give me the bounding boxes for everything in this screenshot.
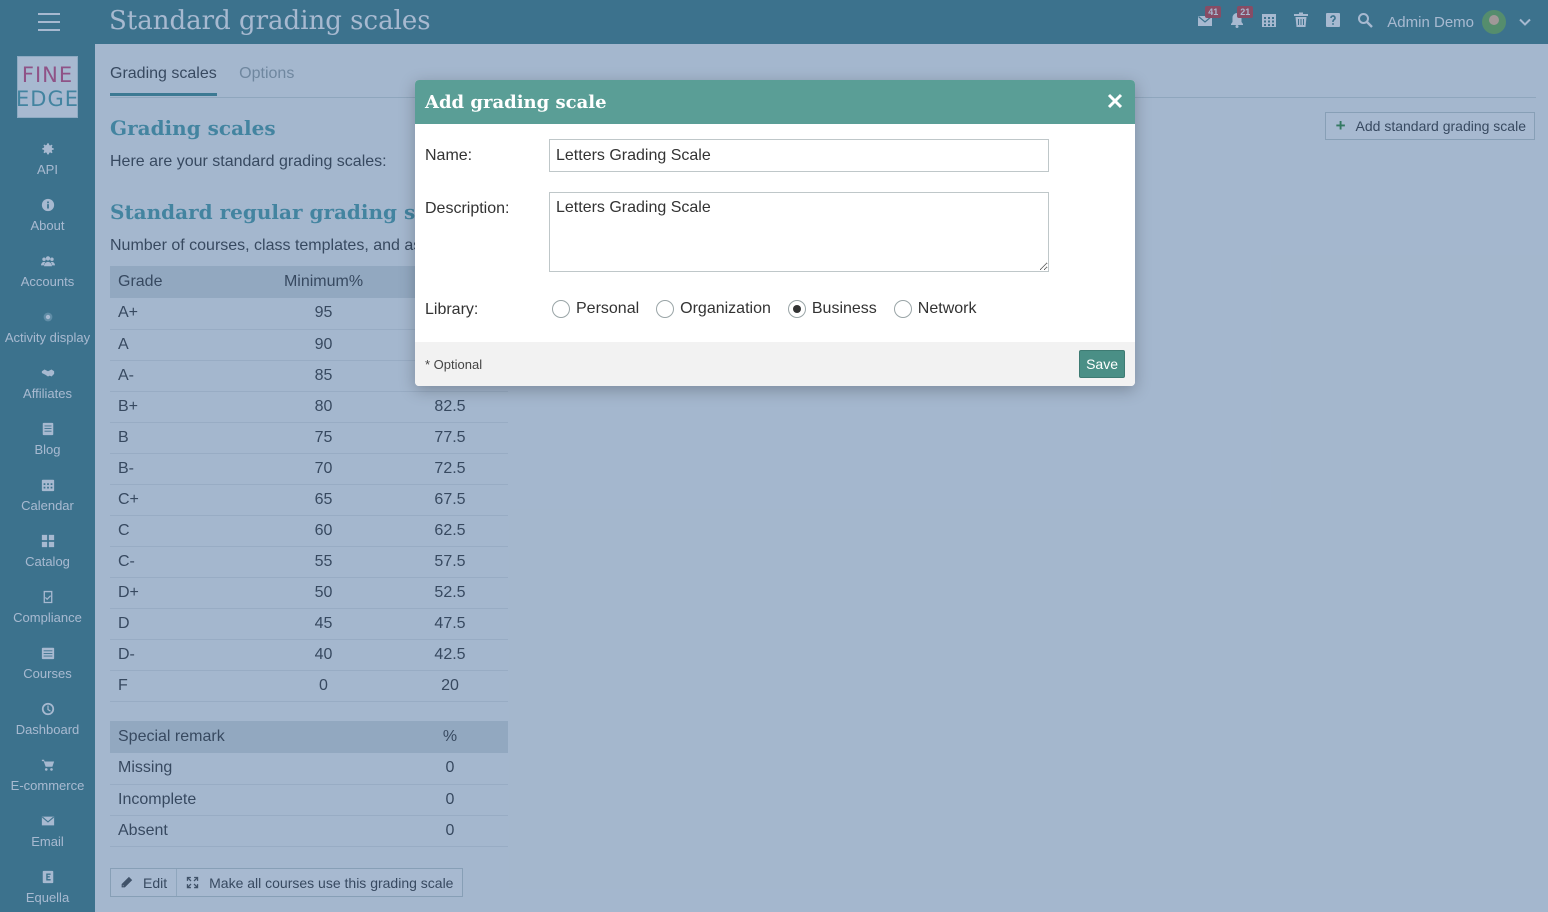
add-grading-scale-dialog: Add grading scale Name: Description: Let…: [415, 80, 1135, 386]
name-input[interactable]: [549, 139, 1049, 172]
radio-button[interactable]: [893, 300, 912, 318]
dialog-header: Add grading scale: [415, 80, 1135, 124]
dialog-footer: * Optional Save: [415, 342, 1135, 386]
description-label: Description:: [425, 200, 510, 217]
save-button[interactable]: Save: [1079, 350, 1125, 378]
name-label: Name:: [425, 147, 473, 164]
library-option-personal[interactable]: Personal: [552, 300, 639, 318]
radio-button[interactable]: [656, 300, 675, 318]
radio-label: Business: [811, 300, 877, 317]
radio-label: Network: [917, 300, 977, 317]
radio-label: Organization: [680, 300, 771, 317]
description-textarea[interactable]: Letters Grading Scale: [549, 192, 1049, 272]
radio-button-selected[interactable]: [787, 300, 806, 318]
library-option-organization[interactable]: Organization: [656, 300, 771, 318]
library-option-business[interactable]: Business: [787, 300, 877, 318]
library-option-network[interactable]: Network: [893, 300, 977, 318]
optional-note: * Optional: [425, 356, 483, 372]
radio-button[interactable]: [552, 300, 570, 318]
library-radio-group: Personal Organization Business Network: [552, 300, 993, 318]
library-label: Library:: [425, 301, 479, 318]
dialog-title: Add grading scale: [425, 91, 607, 113]
close-icon[interactable]: [1107, 93, 1125, 111]
radio-label: Personal: [576, 300, 640, 317]
